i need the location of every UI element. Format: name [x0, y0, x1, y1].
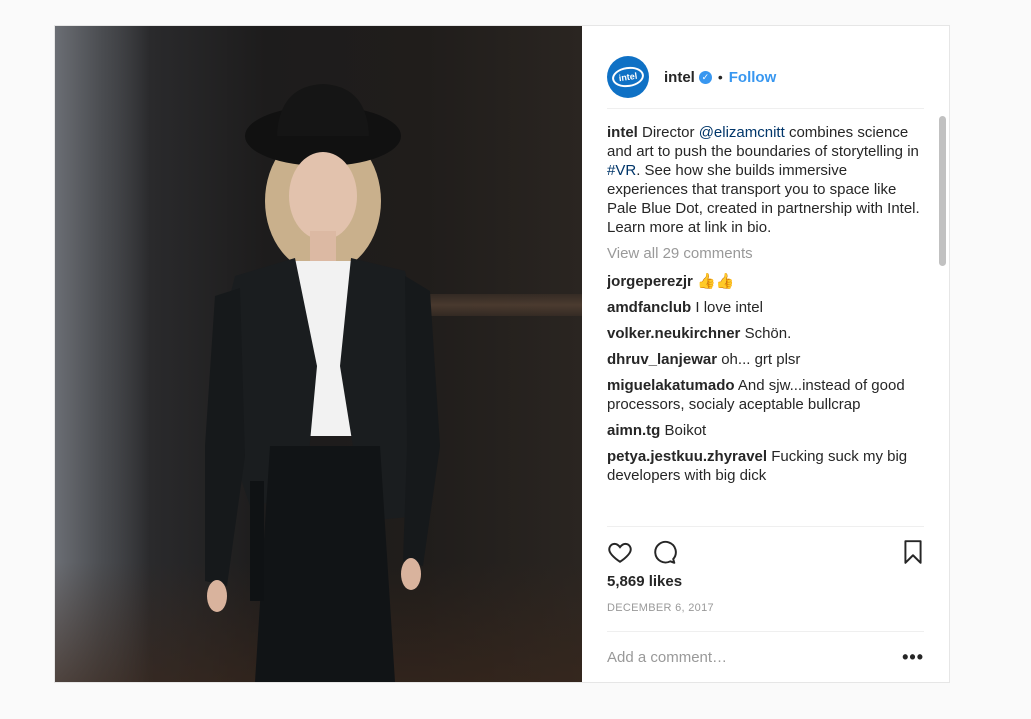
comment-username[interactable]: petya.jestkuu.zhyravel: [607, 448, 767, 465]
comment-username[interactable]: miguelakatumado: [607, 377, 735, 394]
comment-item: volker.neukirchner Schön.: [607, 324, 922, 343]
heart-icon[interactable]: [607, 539, 633, 565]
photo-person-illustration: [205, 84, 440, 682]
verified-icon: ✓: [698, 70, 712, 84]
caption-username[interactable]: intel: [607, 124, 638, 141]
header-separator: •: [717, 69, 723, 85]
comment-username[interactable]: aimn.tg: [607, 422, 660, 439]
comment-icon[interactable]: [651, 539, 677, 565]
comment-username[interactable]: volker.neukirchner: [607, 325, 740, 342]
comment-text: Boikot: [664, 422, 707, 439]
comment-item: petya.jestkuu.zhyravel Fucking suck my b…: [607, 447, 922, 485]
comment-username[interactable]: jorgeperezjr: [607, 273, 693, 290]
post-sidebar: intel intel ✓ • Follow intel Director @e…: [582, 26, 949, 682]
comment-item: amdfanclub I love intel: [607, 298, 922, 317]
comments-scrollbar[interactable]: [937, 114, 947, 526]
follow-button[interactable]: Follow: [729, 69, 777, 86]
intel-logo-icon: intel: [610, 64, 646, 90]
account-username[interactable]: intel: [664, 69, 695, 86]
post-photo[interactable]: [55, 26, 582, 682]
comment-item: jorgeperezjr 👍👍: [607, 272, 922, 291]
post-header: intel intel ✓ • Follow: [607, 46, 924, 109]
caption-hashtag-link[interactable]: #VR: [607, 162, 636, 179]
bookmark-icon[interactable]: [902, 539, 924, 565]
comment-text: Schön.: [744, 325, 792, 342]
more-options-icon[interactable]: •••: [902, 647, 924, 668]
instagram-post: intel intel ✓ • Follow intel Director @e…: [54, 25, 950, 683]
comment-item: dhruv_lanjewar oh... grt plsr: [607, 350, 922, 369]
likes-count[interactable]: 5,869 likes: [607, 573, 682, 590]
comments-list[interactable]: intel Director @elizamcnitt combines sci…: [607, 123, 922, 526]
add-comment-bar: •••: [607, 631, 924, 682]
caption-text-3: . See how she builds immersive experienc…: [607, 162, 920, 236]
comment-username[interactable]: amdfanclub: [607, 299, 691, 316]
action-bar: [607, 526, 924, 577]
comment-text: oh... grt plsr: [721, 351, 801, 368]
caption-text-1: Director: [637, 124, 699, 141]
avatar[interactable]: intel: [607, 56, 649, 98]
comment-item: miguelakatumado And sjw...instead of goo…: [607, 376, 922, 414]
post-date: DECEMBER 6, 2017: [607, 602, 714, 614]
comment-text: 👍👍: [697, 273, 735, 290]
caption: intel Director @elizamcnitt combines sci…: [607, 123, 922, 237]
comment-text: I love intel: [695, 299, 763, 316]
view-all-comments-link[interactable]: View all 29 comments: [607, 244, 922, 263]
add-comment-input[interactable]: [607, 648, 867, 666]
caption-mention-link[interactable]: @elizamcnitt: [699, 124, 785, 141]
comment-username[interactable]: dhruv_lanjewar: [607, 351, 717, 368]
comment-item: aimn.tg Boikot: [607, 421, 922, 440]
comments-scrollbar-thumb[interactable]: [939, 116, 946, 266]
